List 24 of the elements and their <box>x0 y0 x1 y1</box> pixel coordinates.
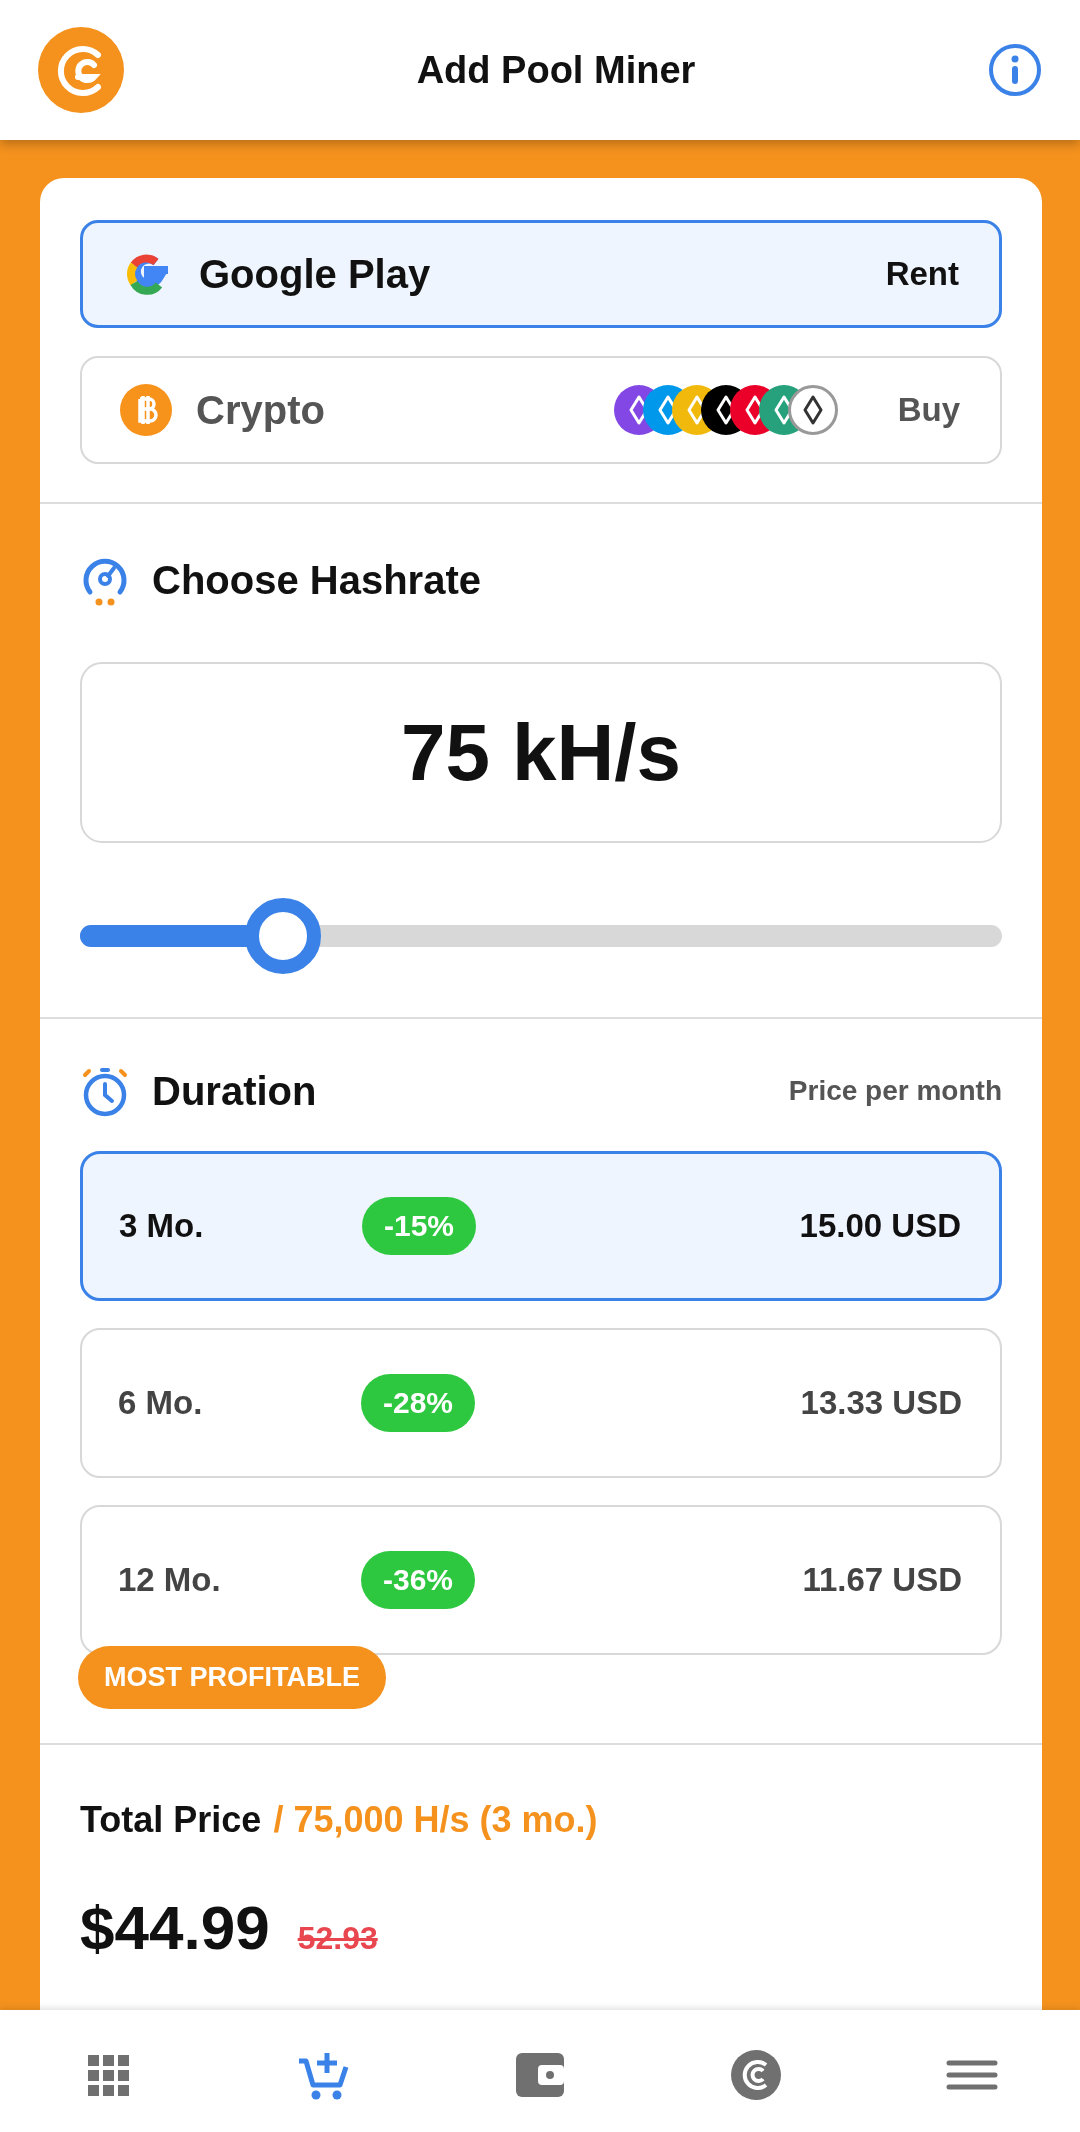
total-detail: / 75,000 H/s (3 mo.) <box>273 1800 598 1840</box>
price-note: Price per month <box>788 1075 1002 1107</box>
total-price: $44.99 <box>80 1892 270 1963</box>
profit-badge: MOST PROFITABLE <box>78 1646 386 1709</box>
payment-option[interactable]: Crypto Buy <box>80 356 1002 464</box>
bitcoin-icon <box>120 384 172 436</box>
duration-option[interactable]: 3 Mo. -15% 15.00 USD <box>80 1151 1002 1301</box>
info-icon[interactable] <box>988 43 1042 97</box>
logo-icon[interactable] <box>38 27 124 113</box>
discount-badge: -36% <box>361 1551 476 1609</box>
total-label: Total Price <box>80 1800 262 1840</box>
page-title: Add Pool Miner <box>416 48 696 92</box>
stopwatch-icon <box>80 1065 130 1117</box>
discount-badge: -28% <box>361 1374 476 1432</box>
old-price: 52.93 <box>297 1920 378 1957</box>
discount-badge: -15% <box>362 1197 477 1255</box>
coin-icon <box>787 385 838 435</box>
hashrate-display: 75 kH/s <box>80 662 1002 843</box>
section-title: Choose Hashrate <box>152 557 482 603</box>
payment-option[interactable]: Google Play Rent <box>80 220 1002 328</box>
coin-logo-icon <box>728 2047 784 2103</box>
section-title: Duration <box>152 1068 318 1114</box>
duration-option[interactable]: 6 Mo. -28% 13.33 USD <box>80 1328 1002 1478</box>
hashrate-slider[interactable] <box>80 898 1002 974</box>
